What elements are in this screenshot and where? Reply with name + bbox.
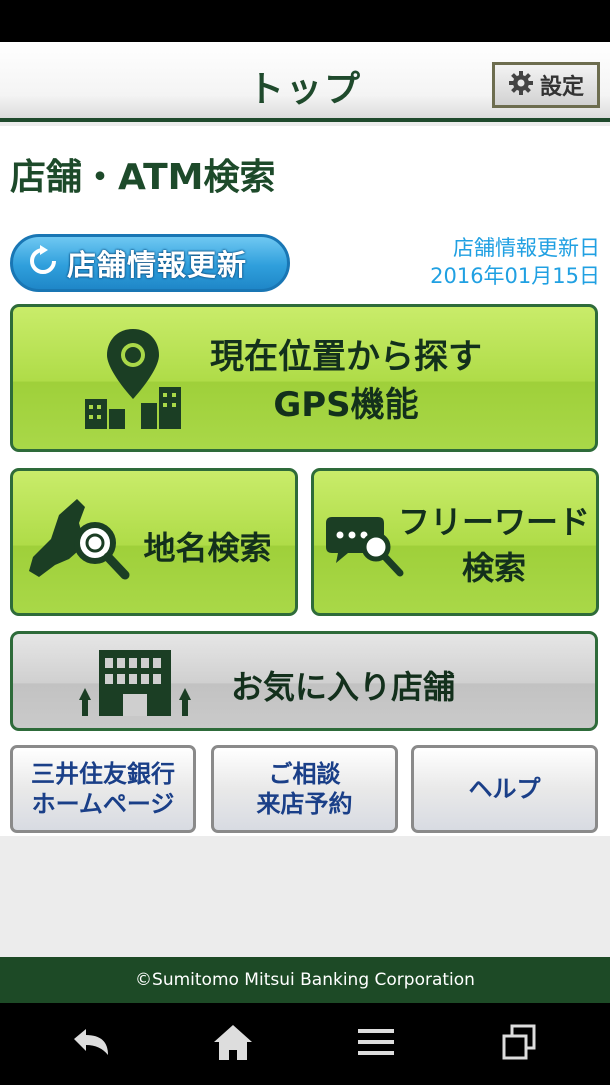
menu-icon [356, 1026, 396, 1062]
chat-search-icon [326, 511, 406, 587]
gps-pin-icon [83, 327, 183, 435]
map-search-icon [25, 495, 135, 595]
gear-icon [508, 70, 534, 100]
freeword-tile-line2: 検索 [461, 549, 526, 587]
freeword-tile-text: フリーワード 検索 [396, 499, 592, 591]
main-content: 店舗・ATM検索 店舗情報更新 店舗情報更新日 2016年01月15日 現在位置… [0, 126, 610, 836]
favorites-label: お気に入り店舗 [230, 668, 455, 706]
refresh-label: 店舗情報更新 [67, 248, 248, 282]
building-icon [77, 648, 193, 722]
consultation-reservation-button[interactable]: ご相談 来店予約 [211, 745, 398, 833]
settings-button[interactable]: 設定 [492, 62, 600, 108]
back-button[interactable] [66, 1021, 116, 1067]
freeword-tile-line1: フリーワード [397, 503, 590, 541]
help-button[interactable]: ヘルプ [411, 745, 598, 833]
favorite-stores-tile[interactable]: お気に入り店舗 [10, 631, 598, 731]
recent-apps-icon [500, 1023, 538, 1065]
menu-button[interactable] [351, 1021, 401, 1067]
update-info: 店舗情報更新日 2016年01月15日 [430, 234, 600, 290]
settings-label: 設定 [539, 75, 584, 100]
gps-search-tile[interactable]: 現在位置から探す GPS機能 [10, 304, 598, 452]
place-search-label: 地名検索 [143, 529, 272, 567]
gps-tile-line2: GPS機能 [273, 385, 419, 425]
home-icon [212, 1022, 254, 1066]
refresh-store-info-button[interactable]: 店舗情報更新 [10, 234, 290, 292]
home-button[interactable] [208, 1021, 258, 1067]
gps-tile-line1: 現在位置から探す [210, 337, 482, 377]
recent-apps-button[interactable] [494, 1021, 544, 1067]
status-bar [0, 0, 610, 42]
copyright-footer: ©Sumitomo Mitsui Banking Corporation [0, 957, 610, 1003]
smbc-homepage-button[interactable]: 三井住友銀行 ホームページ [10, 745, 196, 833]
help-label: ヘルプ [468, 775, 541, 803]
back-icon [70, 1025, 112, 1063]
update-info-date: 2016年01月15日 [430, 264, 600, 288]
refresh-icon [27, 245, 59, 281]
freeword-search-tile[interactable]: フリーワード 検索 [311, 468, 599, 616]
smbc-homepage-label: 三井住友銀行 ホームページ [31, 760, 175, 818]
copyright-text: ©Sumitomo Mitsui Banking Corporation [135, 970, 475, 990]
gps-tile-text: 現在位置から探す GPS機能 [181, 333, 511, 429]
section-heading: 店舗・ATM検索 [10, 157, 276, 198]
place-name-search-tile[interactable]: 地名検索 [10, 468, 298, 616]
app-header: トップ 設定 [0, 42, 610, 122]
android-nav-bar [0, 1003, 610, 1085]
update-info-label: 店舗情報更新日 [453, 236, 600, 260]
consultation-reservation-label: ご相談 来店予約 [256, 760, 353, 818]
